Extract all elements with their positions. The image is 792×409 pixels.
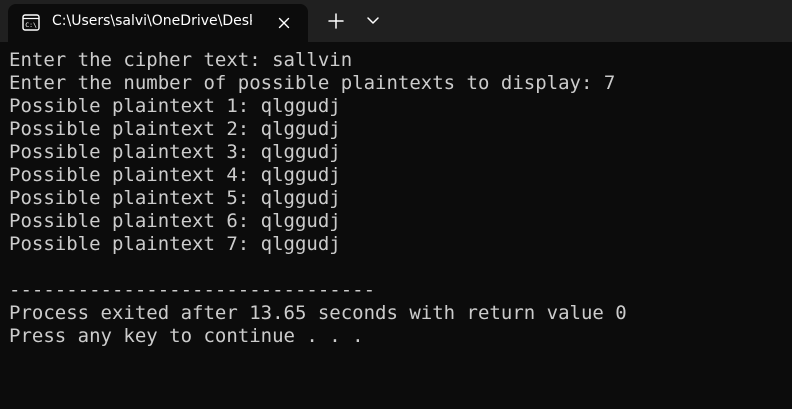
- tab-dropdown-button[interactable]: [358, 7, 388, 35]
- chevron-down-icon: [367, 17, 379, 24]
- terminal-window: C:\ C:\Users\salvi\OneDrive\Desk Enter t…: [0, 0, 792, 409]
- new-tab-button[interactable]: [320, 7, 352, 35]
- title-bar: C:\ C:\Users\salvi\OneDrive\Desk: [0, 0, 792, 42]
- terminal-line: Possible plaintext 7: qlggudj: [9, 233, 341, 255]
- console-icon: C:\: [22, 14, 40, 31]
- terminal-line: Possible plaintext 6: qlggudj: [9, 210, 341, 232]
- terminal-line: Possible plaintext 2: qlggudj: [9, 118, 341, 140]
- terminal-line: Possible plaintext 3: qlggudj: [9, 141, 341, 163]
- terminal-line: Press any key to continue . . .: [9, 325, 364, 347]
- tab-console[interactable]: C:\ C:\Users\salvi\OneDrive\Desk: [8, 4, 308, 42]
- terminal-line: Possible plaintext 4: qlggudj: [9, 164, 341, 186]
- terminal-line: Possible plaintext 5: qlggudj: [9, 187, 341, 209]
- close-icon[interactable]: [272, 11, 296, 35]
- terminal-line: Process exited after 13.65 seconds with …: [9, 302, 627, 324]
- terminal-line: --------------------------------: [9, 279, 376, 301]
- terminal-output[interactable]: Enter the cipher text: sallvin Enter the …: [0, 42, 792, 409]
- tab-title: C:\Users\salvi\OneDrive\Desk: [52, 13, 252, 29]
- plus-icon: [328, 13, 344, 29]
- svg-text:C:\: C:\: [25, 21, 37, 29]
- terminal-text: Enter the cipher text: sallvin Enter the …: [0, 42, 792, 348]
- terminal-line: Enter the cipher text: sallvin: [9, 49, 353, 71]
- terminal-line: Enter the number of possible plaintexts …: [9, 72, 616, 94]
- terminal-line: Possible plaintext 1: qlggudj: [9, 95, 341, 117]
